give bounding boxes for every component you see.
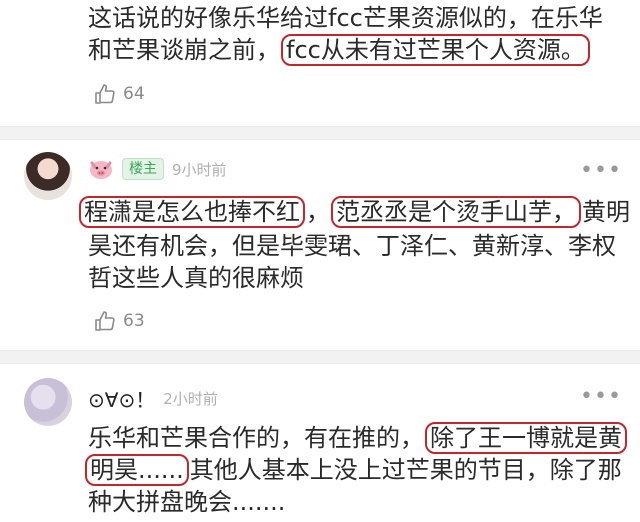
comment-3-highlight-1: 除了王一博就是黄 — [425, 422, 627, 454]
author-badge: 楼主 — [122, 158, 164, 180]
comment-3-username[interactable]: ⊙∀⊙！ — [88, 384, 155, 413]
pig-face-icon — [88, 158, 114, 180]
comment-2-text-tail: 黄明 — [582, 198, 630, 226]
comment-3-time: 2小时前 — [163, 390, 218, 408]
thumbs-up-icon — [95, 311, 115, 331]
avatar[interactable] — [24, 152, 72, 200]
avatar[interactable] — [24, 378, 72, 426]
comment-1-text-line-1: 这话说的好像乐华给过fcc芒果资源似的，在乐华 — [88, 4, 603, 32]
comment-divider-2 — [0, 350, 640, 364]
comment-divider-1 — [0, 126, 640, 140]
comment-3-text-plain-2: 其他人基本上没上过芒果的节目，除了那 — [189, 456, 622, 484]
comment-2-time: 9小时前 — [172, 160, 227, 179]
comment-2-header: 楼主 9小时前 — [88, 158, 227, 180]
comment-3-highlight-2: 明昊...... — [85, 454, 189, 486]
comment-2-text-sep: ， — [306, 198, 330, 226]
comment-3-text-line-2: 明昊...... 其他人基本上没上过芒果的节目，除了那 — [84, 454, 622, 486]
comment-1-highlight: fcc从未有过芒果个人资源。 — [281, 34, 590, 66]
comment-2-more-button[interactable]: ••• — [580, 160, 622, 182]
comment-2-highlight-2: 范丞丞是个烫手山芋， — [331, 196, 581, 228]
comment-3-text-line-1: 乐华和芒果合作的，有在推的， 除了王一博就是黄 — [88, 422, 628, 454]
comment-3-header: ⊙∀⊙！ 2小时前 — [88, 384, 218, 413]
comment-2-highlight-1: 程潇是怎么也捧不红 — [79, 196, 305, 228]
comment-1-like-count: 64 — [123, 84, 145, 104]
comment-2-text-line-3: 哲这些人真的很麻烦 — [88, 264, 304, 292]
comment-2-like-count: 63 — [123, 311, 145, 331]
comment-1-like-button[interactable]: 64 — [93, 82, 145, 106]
comment-1-text-plain: 和芒果谈崩之前， — [88, 36, 280, 64]
comment-1-text-line-2: 和芒果谈崩之前， fcc从未有过芒果个人资源。 — [88, 34, 591, 66]
comment-2-like-button[interactable]: 63 — [93, 309, 145, 333]
comment-2-text-line-1: 程潇是怎么也捧不红，范丞丞是个烫手山芋， 黄明 — [78, 196, 630, 228]
thumbs-up-icon — [95, 84, 115, 104]
comment-3-text-plain-1: 乐华和芒果合作的，有在推的， — [88, 424, 424, 452]
comment-2-text-line-2: 昊还有机会，但是毕雯珺、丁泽仁、黄新淳、李权 — [88, 232, 616, 260]
comment-3-text-line-3: 种大拼盘晚会....... — [88, 488, 286, 516]
comment-3-more-button[interactable]: ••• — [580, 386, 622, 408]
